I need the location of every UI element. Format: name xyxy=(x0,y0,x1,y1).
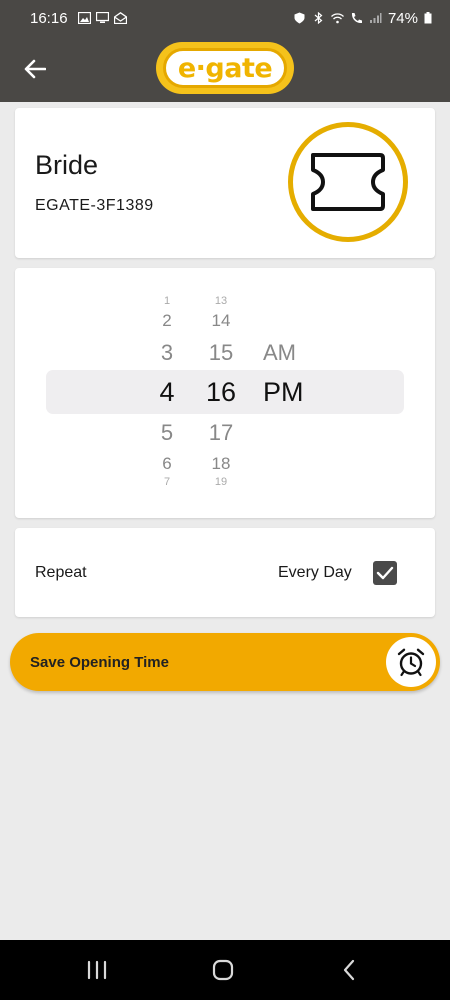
minute-option[interactable]: 19 xyxy=(196,476,246,488)
hour-option[interactable]: 1 xyxy=(142,295,192,307)
repeat-card: Repeat Every Day xyxy=(15,528,435,617)
wifi-icon xyxy=(331,13,344,24)
logo-text: e·gate xyxy=(163,48,287,88)
hour-option[interactable]: 5 xyxy=(142,420,192,446)
system-nav-bar xyxy=(0,940,450,1000)
alarm-badge xyxy=(386,637,436,687)
status-time: 16:16 xyxy=(30,9,68,27)
every-day-label: Every Day xyxy=(278,564,352,581)
home-button[interactable] xyxy=(206,954,240,986)
battery-icon xyxy=(424,12,432,24)
back-arrow-icon xyxy=(24,59,46,79)
am-option[interactable]: AM xyxy=(263,340,296,366)
back-button[interactable] xyxy=(18,52,52,86)
time-picker[interactable]: 1 2 3 4 5 6 7 13 14 15 16 17 18 19 AM PM xyxy=(15,268,435,518)
minute-option[interactable]: 14 xyxy=(196,311,246,331)
device-id: EGATE-3F1389 xyxy=(35,197,154,214)
ampm-selected[interactable]: PM xyxy=(263,377,304,408)
alarm-clock-icon xyxy=(397,648,425,677)
device-ticket-badge xyxy=(288,122,408,242)
nav-back-icon xyxy=(343,959,355,981)
ticket-icon xyxy=(311,153,385,211)
save-button-label: Save Opening Time xyxy=(30,654,169,671)
hour-option[interactable]: 2 xyxy=(142,311,192,331)
save-opening-time-button[interactable]: Save Opening Time xyxy=(10,633,440,691)
checkbox-check-icon xyxy=(376,566,394,580)
minute-option[interactable]: 15 xyxy=(196,340,246,366)
minute-option[interactable]: 17 xyxy=(196,420,246,446)
every-day-checkbox[interactable] xyxy=(373,561,397,585)
status-bar: 16:16 74% xyxy=(0,0,450,36)
signal-icon xyxy=(369,13,382,23)
hour-selected[interactable]: 4 xyxy=(142,377,192,408)
minute-selected[interactable]: 16 xyxy=(196,377,246,408)
hour-option[interactable]: 7 xyxy=(142,476,192,488)
screen-mirror-icon xyxy=(95,12,109,23)
repeat-label: Repeat xyxy=(35,564,87,581)
nav-back-button[interactable] xyxy=(332,954,366,986)
home-icon xyxy=(212,959,234,981)
gallery-icon xyxy=(77,12,91,24)
app-bar: e·gate xyxy=(0,36,450,102)
hour-option[interactable]: 3 xyxy=(142,340,192,366)
bluetooth-icon xyxy=(314,12,323,24)
egate-logo: e·gate xyxy=(156,42,294,94)
battery-percent: 74% xyxy=(387,9,418,27)
minute-option[interactable]: 18 xyxy=(196,454,246,474)
mail-icon xyxy=(113,12,127,24)
minute-option[interactable]: 13 xyxy=(196,295,246,307)
security-icon xyxy=(294,12,305,24)
hour-option[interactable]: 6 xyxy=(142,454,192,474)
device-name: Bride xyxy=(35,150,99,180)
recents-icon xyxy=(87,960,107,980)
device-card: Bride EGATE-3F1389 xyxy=(15,108,435,258)
recents-button[interactable] xyxy=(80,954,114,986)
call-icon xyxy=(351,13,362,24)
